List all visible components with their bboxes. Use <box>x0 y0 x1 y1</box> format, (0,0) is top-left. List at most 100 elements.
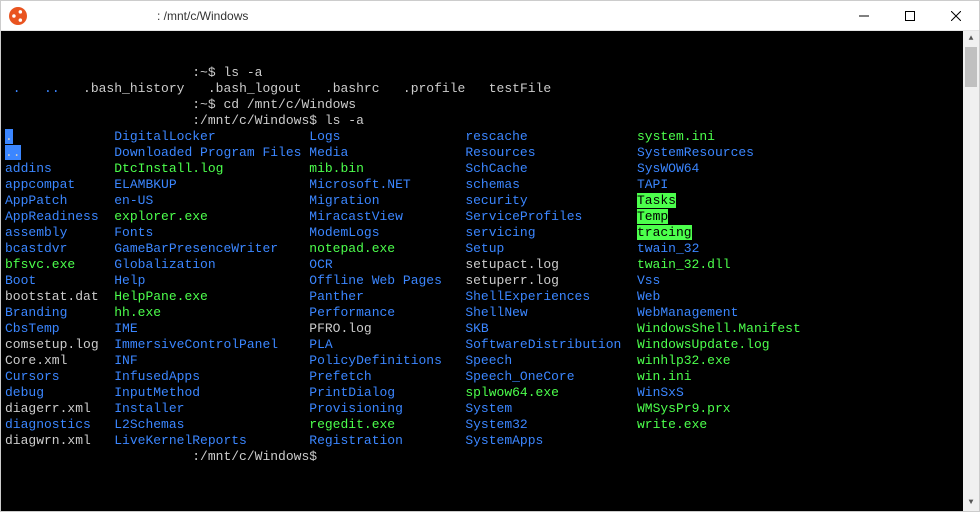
pad <box>489 321 637 336</box>
terminal-line: :~$ ls -a <box>5 65 975 81</box>
scroll-up-icon[interactable]: ▲ <box>963 31 979 47</box>
terminal-body[interactable]: :~$ ls -a . .. .bash_history .bash_logou… <box>1 31 979 511</box>
titlebar[interactable]: : /mnt/c/Windows <box>1 1 979 31</box>
close-button[interactable] <box>933 1 979 31</box>
prompt-home: :~$ <box>192 97 223 112</box>
pad <box>543 433 637 448</box>
ls-entry: ModemLogs <box>309 225 379 240</box>
ls-entry: IME <box>114 321 137 336</box>
ls-entry: Web <box>637 289 660 304</box>
ls-entry: Boot <box>5 273 36 288</box>
ls-entry: InputMethod <box>114 385 200 400</box>
ls-entry: Cursors <box>5 369 60 384</box>
pad <box>372 321 466 336</box>
ls-entry: Speech <box>465 353 512 368</box>
scrollbar-thumb[interactable] <box>965 47 977 87</box>
pad <box>380 225 466 240</box>
ls-entry: WindowsUpdate.log <box>637 337 770 352</box>
pad <box>512 401 637 416</box>
pad <box>442 353 465 368</box>
ls-entry: AppReadiness <box>5 209 99 224</box>
ls-entry: diagwrn.xml <box>5 433 91 448</box>
ls-entry: diagerr.xml <box>5 401 91 416</box>
pad <box>67 305 114 320</box>
terminal-line: AppReadiness explorer.exe MiracastView S… <box>5 209 975 225</box>
pad <box>536 225 637 240</box>
ls-entry: setuperr.log <box>465 273 559 288</box>
terminal-line: :~$ cd /mnt/c/Windows <box>5 97 975 113</box>
pad <box>559 273 637 288</box>
ls-entry: servicing <box>465 225 535 240</box>
indent <box>5 449 192 464</box>
pad <box>395 241 465 256</box>
command-text: cd /mnt/c/Windows <box>223 97 356 112</box>
pad <box>575 369 637 384</box>
terminal-line: Boot Help Offline Web Pages setuperr.log… <box>5 273 975 289</box>
ls-entry: WindowsShell.Manifest <box>637 321 801 336</box>
window-controls <box>841 1 979 31</box>
ls-entry: SystemApps <box>465 433 543 448</box>
ls-entry: bcastdvr <box>5 241 67 256</box>
pad <box>161 305 309 320</box>
indent <box>5 97 192 112</box>
ls-item: .bash_history <box>83 81 208 96</box>
pad <box>138 321 310 336</box>
ls-entry: SysWOW64 <box>637 161 699 176</box>
ls-entry: PrintDialog <box>309 385 395 400</box>
pad <box>200 385 309 400</box>
minimize-button[interactable] <box>841 1 887 31</box>
ls-entry: PLA <box>309 337 332 352</box>
terminal-line: appcompat ELAMBKUP Microsoft.NET schemas… <box>5 177 975 193</box>
ls-item: .bash_logout <box>208 81 325 96</box>
pad <box>223 161 309 176</box>
pad <box>590 289 637 304</box>
pad <box>52 161 114 176</box>
terminal-line: diagwrn.xml LiveKernelReports Registrati… <box>5 433 975 449</box>
pad <box>403 209 465 224</box>
ls-entry: SKB <box>465 321 488 336</box>
maximize-button[interactable] <box>887 1 933 31</box>
ls-entry: System32 <box>465 417 527 432</box>
terminal-line: CbsTemp IME PFRO.log SKB WindowsShell.Ma… <box>5 321 975 337</box>
ls-entry: Globalization <box>114 257 215 272</box>
pad <box>60 369 115 384</box>
ls-entry: AppPatch <box>5 193 67 208</box>
ls-entry: ImmersiveControlPanel <box>114 337 278 352</box>
ls-entry: system.ini <box>637 129 715 144</box>
ls-entry: win.ini <box>637 369 692 384</box>
scroll-down-icon[interactable]: ▼ <box>963 495 979 511</box>
ls-entry: Registration <box>309 433 403 448</box>
ls-entry: Performance <box>309 305 395 320</box>
minimize-icon <box>859 11 869 21</box>
ls-entry: bfsvc.exe <box>5 257 75 272</box>
ls-entry: twain_32.dll <box>637 257 731 272</box>
pad <box>67 225 114 240</box>
ls-entry: SoftwareDistribution <box>465 337 621 352</box>
indent <box>5 113 192 128</box>
ls-entry: Panther <box>309 289 364 304</box>
ls-entry: Branding <box>5 305 67 320</box>
terminal-line: addins DtcInstall.log mib.bin SchCache S… <box>5 161 975 177</box>
ls-entry: CbsTemp <box>5 321 60 336</box>
ls-entry: splwow64.exe <box>465 385 559 400</box>
pad <box>380 193 466 208</box>
ls-entry: WMSysPr9.prx <box>637 401 731 416</box>
pad <box>582 209 637 224</box>
ls-entry: Downloaded Program Files <box>114 145 301 160</box>
pad <box>395 417 465 432</box>
pad <box>528 129 637 144</box>
ls-entry: Resources <box>465 145 535 160</box>
pad <box>341 129 466 144</box>
ls-entry: debug <box>5 385 44 400</box>
pad <box>247 433 309 448</box>
terminal-line: Core.xml INF PolicyDefinitions Speech wi… <box>5 353 975 369</box>
pad <box>208 209 309 224</box>
ls-entry: setupact.log <box>465 257 559 272</box>
ls-item: .. <box>44 81 83 96</box>
scrollbar[interactable]: ▲ ▼ <box>963 31 979 511</box>
pad <box>403 401 465 416</box>
terminal-window: : /mnt/c/Windows :~$ ls -a . .. .bash_hi… <box>0 0 980 512</box>
ls-entry: appcompat <box>5 177 75 192</box>
pad <box>184 401 309 416</box>
ls-entry: OCR <box>309 257 332 272</box>
